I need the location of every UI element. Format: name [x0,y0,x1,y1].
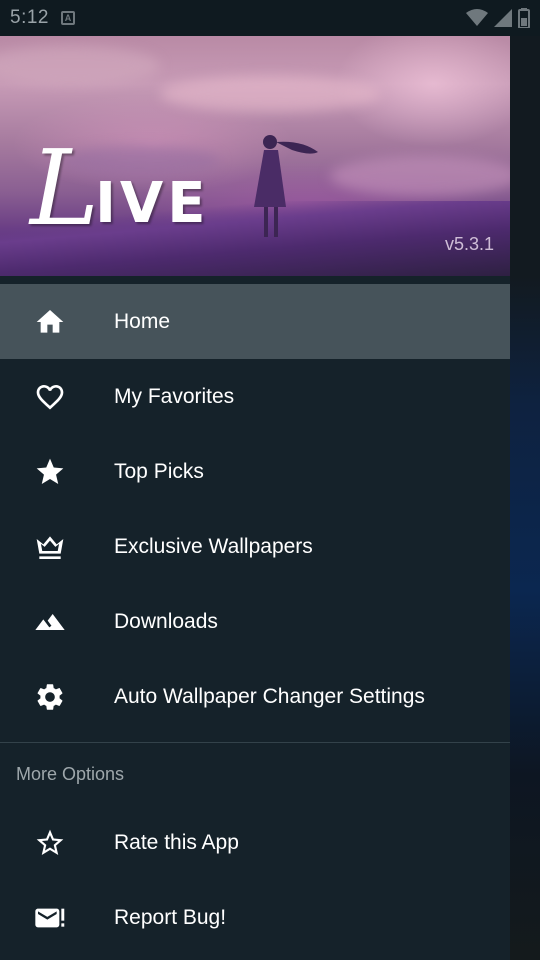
menu-item-report-bug[interactable]: Report Bug! [0,880,510,955]
section-title-more-options: More Options [16,763,125,784]
menu-item-exclusive-wallpapers[interactable]: Exclusive Wallpapers [0,509,510,584]
main-menu: Home My Favorites Top Picks Exclusive Wa… [0,284,510,955]
menu-item-auto-wallpaper-changer-settings[interactable]: Auto Wallpaper Changer Settings [0,659,510,734]
crown-icon [0,531,114,563]
notification-a-icon: A [60,11,75,25]
menu-item-label: Exclusive Wallpapers [114,534,313,558]
menu-item-home[interactable]: Home [0,284,510,359]
cloud-shape [0,46,160,86]
app-version: v5.3.1 [444,234,494,254]
menu-item-downloads[interactable]: Downloads [0,584,510,659]
menu-item-my-favorites[interactable]: My Favorites [0,359,510,434]
drawer-scrim-peek[interactable] [510,36,540,960]
navigation-drawer: L IVE v5.3.1 Home My Favorites Top Picks [0,36,510,960]
status-time: 5:12 [10,7,49,28]
menu-item-label: Auto Wallpaper Changer Settings [114,684,425,708]
more-options-menu: Rate this App Report Bug! [0,805,510,955]
menu-item-label: Top Picks [114,459,204,483]
wifi-icon [466,9,488,26]
signal-icon [494,9,512,27]
menu-item-label: Downloads [114,609,218,633]
menu-item-top-picks[interactable]: Top Picks [0,434,510,509]
landscape-icon [0,606,114,638]
status-bar: 5:12 A [0,0,540,36]
menu-item-label: Report Bug! [114,905,227,929]
star-icon [0,456,114,488]
app-logo: L IVE [30,136,210,240]
menu-item-label: My Favorites [114,384,235,408]
star-outline-icon [0,827,114,859]
menu-item-label: Rate this App [114,830,239,854]
menu-item-label: Home [114,309,171,333]
mail-alert-icon [0,902,114,934]
logo-letters-ive: IVE [95,171,210,236]
home-icon [0,306,114,338]
gear-icon [0,681,114,713]
cloud-shape [160,76,380,112]
cloud-shape [330,156,510,196]
battery-icon [518,8,530,28]
heart-outline-icon [0,381,114,413]
logo-letter-l: L [30,127,100,249]
status-icons [466,8,530,28]
girl-silhouette-image [254,135,318,237]
drawer-header-image: L IVE v5.3.1 [0,36,510,276]
menu-item-rate-this-app[interactable]: Rate this App [0,805,510,880]
